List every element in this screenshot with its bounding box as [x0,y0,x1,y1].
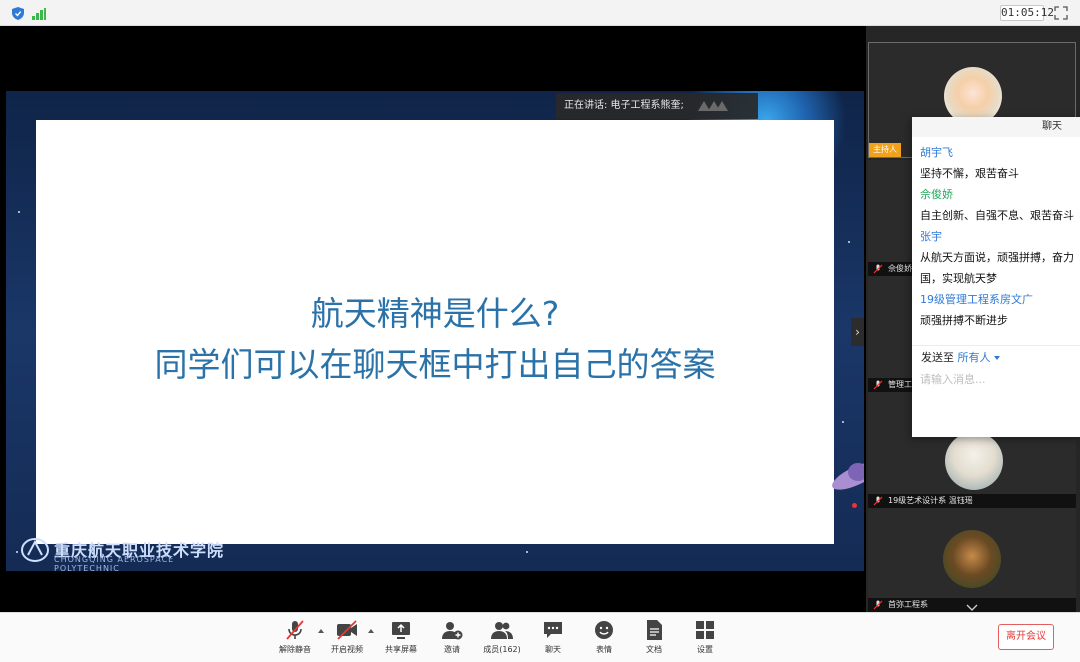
speaking-indicator: 正在讲话: 电子工程系熊奎; [556,93,758,119]
shield-icon[interactable] [12,7,24,20]
participant-name: 19级艺术设计系 温钰瑶 [868,494,1076,508]
settings-label: 设置 [697,645,713,654]
chat-label: 聊天 [545,645,561,654]
chat-message-text: 从航天方面说，顽强拼搏，奋力 [920,251,1074,264]
mic-muted-icon [286,620,304,640]
chevron-right-icon: › [855,325,860,339]
chevron-down-icon[interactable] [966,604,978,612]
add-user-icon [442,622,463,640]
expand-panel-button[interactable]: › [851,318,864,346]
star [16,551,18,553]
star [842,421,844,423]
caret-down-icon[interactable] [993,356,1000,360]
grid-settings-icon [696,621,714,639]
fullscreen-icon[interactable] [1054,6,1068,20]
reactions-button[interactable]: 表情 [579,619,629,661]
video-off-icon [337,620,357,640]
leave-meeting-button[interactable]: 离开会议 [998,624,1054,650]
avatar [945,432,1003,490]
chat-sender: 胡宇飞 [920,146,953,159]
bottom-toolbar: 解除静音 开启视频 共享屏幕 邀请 成员(162) 聊天 表情 文档 设置 离开… [0,612,1080,662]
share-screen-button[interactable]: 共享屏幕 [376,619,426,661]
spaceship-icon [832,462,864,490]
chat-messages: 胡宇飞 坚持不懈，艰苦奋斗 佘俊娇 自主创新、自强不息、艰苦奋斗 张宇 从航天方… [920,142,1080,331]
college-logo: 重庆航天职业技术学院 CHONGQING AEROSPACE POLYTECHN… [20,535,225,573]
star [848,241,850,243]
voice-wave-icon [698,101,728,111]
chat-panel: 聊天 胡宇飞 坚持不懈，艰苦奋斗 佘俊娇 自主创新、自强不息、艰苦奋斗 张宇 从… [912,117,1080,437]
host-badge: 主持人 [869,143,901,157]
avatar [943,530,1001,588]
send-to-row: 发送至 所有人 [921,350,1000,366]
top-bar: 01:05:12 [0,0,1080,26]
shared-screen: 航天精神是什么? 同学们可以在聊天框中打出自己的答案 重庆航天职业技术学院 CH… [6,26,864,612]
send-to-label: 发送至 [921,351,954,364]
meeting-timer: 01:05:12 [1000,5,1054,21]
chat-message-input[interactable] [920,370,1070,388]
chat-message-text: 自主创新、自强不息、艰苦奋斗 [920,209,1074,222]
mic-off-icon [873,380,883,390]
college-name-en: CHONGQING AEROSPACE POLYTECHNIC [54,555,175,573]
chat-message-text: 顽强拼搏不断进步 [920,314,1008,327]
emoji-icon [595,621,613,639]
speaking-label: 正在讲话: 电子工程系熊奎; [564,100,684,111]
share-screen-icon [392,622,410,639]
members-label: 成员(162) [483,645,521,654]
members-icon [491,622,513,639]
signal-icon[interactable] [32,8,46,20]
members-button[interactable]: 成员(162) [477,619,527,661]
settings-button[interactable]: 设置 [680,619,730,661]
chat-sender: 张宇 [920,230,942,243]
docs-label: 文档 [646,645,662,654]
slide-question: 航天精神是什么? [310,294,560,333]
mic-off-icon [873,496,883,506]
start-video-label: 开启视频 [331,645,363,654]
share-screen-label: 共享屏幕 [385,645,417,654]
mic-off-icon [873,264,883,274]
chat-sender: 19级管理工程系房文广 [920,293,1033,306]
chat-message-text: 坚持不懈，艰苦奋斗 [920,167,1019,180]
decor-dot [852,503,857,508]
chat-divider [912,345,1080,346]
unmute-button[interactable]: 解除静音 [270,619,320,661]
unmute-label: 解除静音 [279,645,311,654]
reactions-label: 表情 [596,645,612,654]
video-tile[interactable]: 首弥工程系 [868,508,1076,612]
document-icon [647,620,662,640]
chat-button[interactable]: 聊天 [528,619,578,661]
video-options-arrow[interactable] [368,629,374,633]
send-target-select[interactable]: 所有人 [958,351,991,364]
invite-label: 邀请 [444,645,460,654]
slide-content: 航天精神是什么? 同学们可以在聊天框中打出自己的答案 [36,120,834,544]
meeting-window: 01:05:12 航天精神是什么? 同学们可以在聊天框中打出自己的答案 重庆航天… [0,0,1080,662]
invite-button[interactable]: 邀请 [427,619,477,661]
docs-button[interactable]: 文档 [629,619,679,661]
chat-message-text: 国，实现航天梦 [920,272,997,285]
slide-instruction: 同学们可以在聊天框中打出自己的答案 [154,345,716,384]
chat-sender: 佘俊娇 [920,188,953,201]
chat-icon [544,622,562,638]
star [526,551,528,553]
college-emblem-icon [21,538,49,562]
mic-off-icon [873,600,883,610]
chat-title: 聊天 [912,117,1080,137]
star [18,211,20,213]
start-video-button[interactable]: 开启视频 [322,619,372,661]
